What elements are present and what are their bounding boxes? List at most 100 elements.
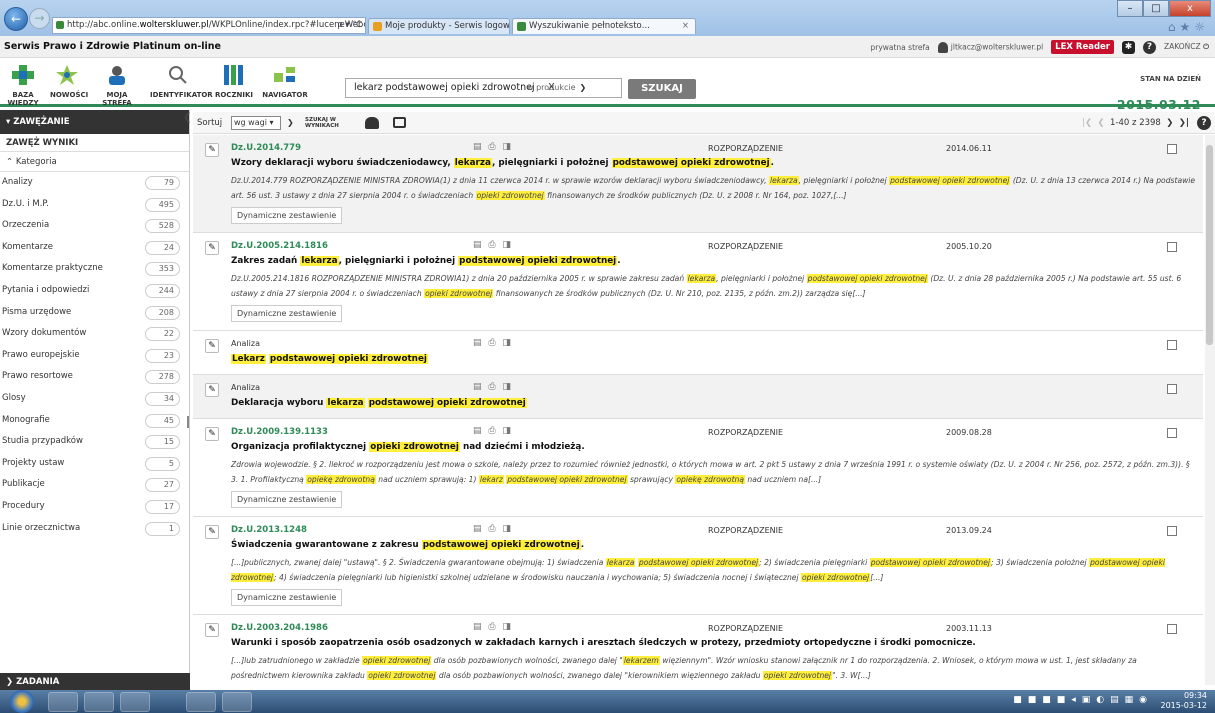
result-id[interactable]: Analiza — [231, 338, 1203, 350]
category-item[interactable]: Wzory dokumentów 22 — [0, 323, 189, 345]
tool-roczniki[interactable]: ROCZNIKI — [212, 65, 256, 99]
result-checkbox[interactable] — [1167, 144, 1177, 154]
sort-chevron-icon[interactable]: ❯ — [287, 112, 294, 134]
edit-note-icon[interactable]: ✎ — [205, 427, 219, 441]
scrollbar-thumb[interactable] — [1206, 145, 1213, 345]
category-item[interactable]: Orzeczenia 528 — [0, 215, 189, 237]
result-title[interactable]: Lekarz podstawowej opieki zdrowotnej — [231, 352, 1203, 366]
category-item[interactable]: Publikacje 27 — [0, 474, 189, 496]
tool-nowosci[interactable]: NOWOŚCI — [50, 65, 88, 99]
result-title[interactable]: Zakres zadań lekarza, pielęgniarki i poł… — [231, 254, 1203, 268]
windows-start-icon[interactable] — [10, 690, 34, 713]
edit-note-icon[interactable]: ✎ — [205, 525, 219, 539]
tool-baza-wiedzy[interactable]: BAZA WIEDZY — [4, 65, 42, 107]
category-item[interactable]: Komentarze 24 — [0, 237, 189, 259]
panel-splitter[interactable] — [187, 416, 189, 428]
dynamic-summary-button[interactable]: Dynamiczne zestawienie — [231, 207, 343, 224]
category-item[interactable]: Pytania i odpowiedzi 244 — [0, 280, 189, 302]
category-item[interactable]: Monografie 45 — [0, 410, 189, 432]
result-title[interactable]: Warunki i sposób zaopatrzenia osób osadz… — [231, 636, 1203, 650]
taskbar-app-ie-icon[interactable] — [222, 692, 252, 712]
result-checkbox[interactable] — [1167, 428, 1177, 438]
edit-note-icon[interactable]: ✎ — [205, 623, 219, 637]
collapse-panel-icon[interactable]: ❮ — [183, 112, 191, 123]
tool-identyfikator[interactable]: IDENTYFIKATOR — [150, 65, 213, 99]
category-item[interactable]: Analizy 79 — [0, 172, 189, 194]
help-icon[interactable]: ? — [1143, 40, 1156, 54]
help-icon[interactable]: ? — [1197, 116, 1211, 130]
gear-icon[interactable]: ✱ — [1122, 40, 1135, 54]
document-actions-icons[interactable]: ▤ ⎙ ◨ — [473, 338, 513, 348]
result-title[interactable]: Wzory deklaracji wyboru świadczeniodawcy… — [231, 156, 1203, 170]
tool-navigator[interactable]: NAVIGATOR — [262, 65, 308, 99]
dynamic-summary-button[interactable]: Dynamiczne zestawienie — [231, 589, 343, 606]
edit-note-icon[interactable]: ✎ — [205, 339, 219, 353]
category-item[interactable]: Prawo resortowe 278 — [0, 366, 189, 388]
category-item[interactable]: Glosy 34 — [0, 388, 189, 410]
browser-tool-icons[interactable]: ⌂★☼ — [1168, 20, 1209, 34]
category-item[interactable]: Dz.U. i M.P. 495 — [0, 194, 189, 216]
tool-moja-strefa[interactable]: MOJA STREFA — [92, 65, 142, 107]
tab-close-icon[interactable]: × — [682, 19, 689, 34]
taskbar-app-outlook-icon[interactable] — [120, 692, 150, 712]
user-account[interactable]: jltkacz@wolterskluwer.pl — [937, 41, 1043, 53]
category-item[interactable]: Pisma urzędowe 208 — [0, 302, 189, 324]
dynamic-summary-button[interactable]: Dynamiczne zestawienie — [231, 491, 343, 508]
document-actions-icons[interactable]: ▤ ⎙ ◨ — [473, 426, 513, 436]
dynamic-summary-button[interactable]: Dynamiczne zestawienie — [231, 305, 343, 322]
result-checkbox[interactable] — [1167, 526, 1177, 536]
last-page-icon[interactable]: ❯| — [1179, 118, 1189, 128]
close-window-button[interactable]: x — [1169, 0, 1211, 17]
lex-reader-button[interactable]: LEX Reader — [1051, 40, 1114, 54]
category-item[interactable]: Komentarze praktyczne 353 — [0, 258, 189, 280]
taskbar-app-lync-icon[interactable] — [84, 692, 114, 712]
search-in-results-button[interactable]: SZUKAJ W WYNIKACH — [305, 117, 339, 129]
search-button[interactable]: SZUKAJ — [628, 79, 696, 99]
user-folder-icon[interactable] — [365, 117, 379, 129]
edit-note-icon[interactable]: ✎ — [205, 143, 219, 157]
system-tray-icons[interactable]: ■■■■◂▣◐▤▦◉ — [1013, 695, 1153, 705]
result-checkbox[interactable] — [1167, 624, 1177, 634]
browser-tab-search[interactable]: Wyszukiwanie pełnotekstо... × — [512, 18, 696, 34]
search-scope-select[interactable]: w produkcie ❯ — [527, 78, 620, 98]
category-item[interactable]: Prawo europejskie 23 — [0, 345, 189, 367]
print-icon[interactable] — [393, 117, 406, 128]
maximize-button[interactable]: □ — [1143, 0, 1169, 17]
logout-button[interactable]: ZAKOŃCZ ⏻ — [1164, 42, 1209, 52]
result-checkbox[interactable] — [1167, 384, 1177, 394]
back-arrow-icon[interactable]: ← — [4, 7, 28, 31]
next-page-icon[interactable]: ❯ — [1166, 118, 1173, 128]
sidebar-header[interactable]: ▾ ZAWĘŻANIE — [0, 110, 189, 134]
document-actions-icons[interactable]: ▤ ⎙ ◨ — [473, 382, 513, 392]
category-item[interactable]: Projekty ustaw 5 — [0, 453, 189, 475]
first-page-icon[interactable]: |❮ — [1082, 118, 1092, 128]
result-checkbox[interactable] — [1167, 242, 1177, 252]
address-bar[interactable]: http://abc.online.wolterskluwer.pl/WKPLO… — [52, 17, 366, 34]
forward-arrow-icon[interactable]: → — [29, 8, 50, 29]
document-actions-icons[interactable]: ▤ ⎙ ◨ — [473, 622, 513, 632]
result-id[interactable]: Analiza — [231, 382, 1203, 394]
private-zone-link[interactable]: prywatna strefa — [870, 43, 929, 52]
edit-note-icon[interactable]: ✎ — [205, 383, 219, 397]
address-controls[interactable]: ρ ▾ ℃ — [337, 18, 362, 33]
category-toggle[interactable]: ⌃ Kategoria — [0, 152, 189, 172]
document-actions-icons[interactable]: ▤ ⎙ ◨ — [473, 524, 513, 534]
result-title[interactable]: Deklaracja wyboru lekarza podstawowej op… — [231, 396, 1203, 410]
clock[interactable]: 09:34 2015-03-12 — [1161, 691, 1208, 711]
category-item[interactable]: Procedury 17 — [0, 496, 189, 518]
result-title[interactable]: Świadczenia gwarantowane z zakresu podst… — [231, 538, 1203, 552]
minimize-button[interactable]: – — [1117, 0, 1143, 17]
tasks-panel-toggle[interactable]: ❯ ZADANIA — [0, 673, 190, 691]
category-item[interactable]: Studia przypadków 15 — [0, 431, 189, 453]
results-scrollbar[interactable] — [1205, 135, 1215, 685]
prev-page-icon[interactable]: ❮ — [1098, 118, 1105, 128]
taskbar-app-firefox-icon[interactable] — [48, 692, 78, 712]
category-item[interactable]: Linie orzecznictwa 1 — [0, 518, 189, 540]
sort-select[interactable]: wg wagi ▾ — [231, 116, 281, 130]
document-actions-icons[interactable]: ▤ ⎙ ◨ — [473, 142, 513, 152]
taskbar-app-word-icon[interactable] — [186, 692, 216, 712]
document-actions-icons[interactable]: ▤ ⎙ ◨ — [473, 240, 513, 250]
result-title[interactable]: Organizacja profilaktycznej opieki zdrow… — [231, 440, 1203, 454]
edit-note-icon[interactable]: ✎ — [205, 241, 219, 255]
browser-tab-products[interactable]: Moje produkty - Serwis logow... — [368, 18, 510, 34]
